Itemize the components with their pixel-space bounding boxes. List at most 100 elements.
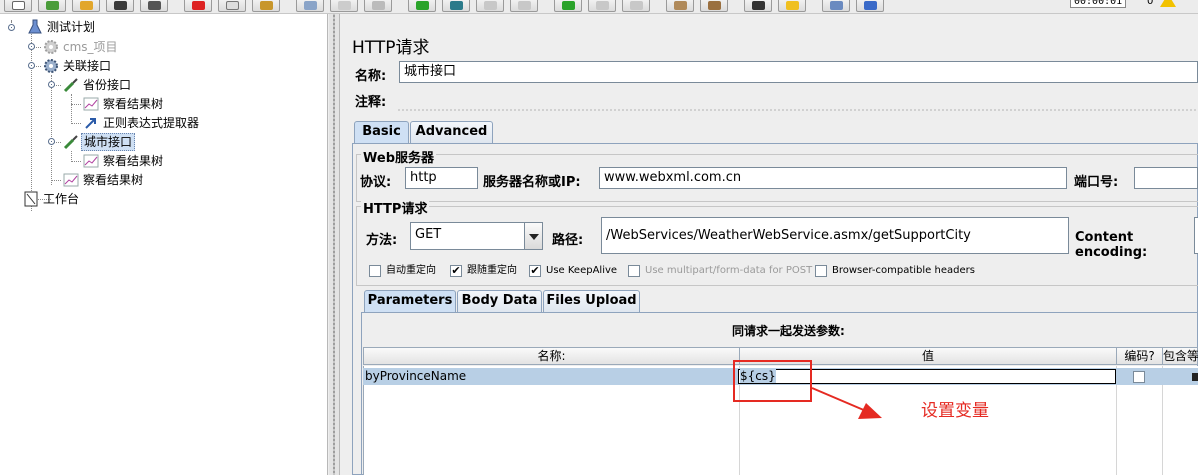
- gear-icon: [43, 39, 59, 55]
- gear-icon: [43, 58, 59, 74]
- warning-count: 0: [1147, 0, 1154, 7]
- test-plan-tree: 测试计划 cms_项目 关联接口 省份接口 察看结果树 正则表达式提取器 城市接…: [0, 14, 328, 475]
- protocol-label: 协议:: [360, 175, 392, 190]
- http-request-legend: HTTP请求: [361, 198, 430, 217]
- collapse-icon: [338, 1, 351, 10]
- pipette-icon: [63, 134, 79, 150]
- paste-icon: [260, 1, 273, 10]
- tab-parameters[interactable]: Parameters: [364, 290, 456, 312]
- column-name[interactable]: 名称:: [364, 348, 740, 364]
- toggle-icon: [372, 1, 385, 10]
- search-button[interactable]: [744, 0, 772, 12]
- help-icon: [864, 1, 877, 10]
- column-encode[interactable]: 编码?: [1117, 348, 1163, 364]
- port-field[interactable]: [1134, 167, 1198, 189]
- graph-icon: [63, 172, 79, 188]
- start-no-pause-button[interactable]: [442, 0, 470, 12]
- parameters-caption: 同请求一起发送参数:: [732, 324, 845, 338]
- tree-guide: [31, 29, 32, 211]
- server-label: 服务器名称或IP:: [483, 175, 581, 190]
- content-encoding-label: Content encoding:: [1075, 230, 1148, 260]
- binoculars-icon: [752, 1, 765, 10]
- save-button[interactable]: [106, 0, 134, 12]
- chevron-down-icon[interactable]: [524, 223, 542, 249]
- web-server-legend: Web服务器: [361, 147, 436, 166]
- cut-button[interactable]: [184, 0, 212, 12]
- graph-icon: [83, 96, 99, 112]
- encode-checkbox[interactable]: [1133, 371, 1145, 383]
- expand-toggle-city[interactable]: [48, 138, 55, 145]
- screenshot-icon: [148, 1, 161, 10]
- remote-stop-icon: [596, 1, 609, 10]
- toolbar: 00:00:01 0: [0, 0, 1198, 14]
- collapse-button[interactable]: [330, 0, 358, 12]
- play-icon: [416, 1, 429, 10]
- clear-all-button[interactable]: [700, 0, 728, 12]
- param-name-cell[interactable]: byProvinceName: [365, 368, 735, 385]
- reset-search-icon: [786, 1, 799, 10]
- server-field[interactable]: www.webxml.com.cn: [599, 167, 1067, 189]
- tab-files-upload[interactable]: Files Upload: [543, 290, 640, 312]
- save-icon: [114, 1, 127, 10]
- include-equals-checkbox[interactable]: [1192, 373, 1198, 381]
- new-icon: [12, 1, 25, 10]
- split-pane-divider[interactable]: [329, 14, 340, 475]
- remote-shutdown-button[interactable]: [622, 0, 650, 12]
- function-helper-button[interactable]: [822, 0, 850, 12]
- method-dropdown[interactable]: GET: [410, 222, 543, 250]
- name-field[interactable]: 城市接口: [399, 61, 1198, 83]
- remote-start-icon: [562, 1, 575, 10]
- port-label: 端口号:: [1074, 175, 1119, 190]
- column-include-equals[interactable]: 包含等: [1163, 348, 1198, 364]
- remote-start-button[interactable]: [554, 0, 582, 12]
- copy-button[interactable]: [218, 0, 246, 12]
- remote-stop-button[interactable]: [588, 0, 616, 12]
- expand-toggle-test-plan[interactable]: [8, 24, 15, 31]
- copy-icon: [226, 1, 239, 10]
- reset-search-button[interactable]: [778, 0, 806, 12]
- page-title: HTTP请求: [352, 38, 430, 58]
- comment-label: 注释:: [355, 95, 387, 110]
- comment-field[interactable]: [397, 89, 1198, 109]
- open-button[interactable]: [72, 0, 100, 12]
- expand-button[interactable]: [296, 0, 324, 12]
- stop-button[interactable]: [476, 0, 504, 12]
- tab-body-data[interactable]: Body Data: [457, 290, 542, 312]
- method-label: 方法:: [366, 233, 398, 248]
- workbench-icon: [23, 191, 39, 207]
- expand-toggle-association[interactable]: [28, 62, 35, 69]
- resize-handle[interactable]: [397, 109, 1198, 111]
- extractor-arrow-icon: [83, 115, 99, 131]
- scissors-icon: [192, 1, 205, 10]
- flask-icon: [27, 19, 43, 35]
- expand-toggle-province[interactable]: [48, 81, 55, 88]
- graph-icon: [83, 153, 99, 169]
- tab-basic[interactable]: Basic: [354, 121, 409, 143]
- path-field[interactable]: /WebServices/WeatherWebService.asmx/getS…: [601, 217, 1069, 254]
- save-screenshot-button[interactable]: [140, 0, 168, 12]
- stop-icon: [484, 1, 497, 10]
- help-button[interactable]: [856, 0, 884, 12]
- clear-button[interactable]: [666, 0, 694, 12]
- broom-icon: [674, 1, 687, 10]
- annotation-label: 设置变量: [921, 401, 989, 421]
- content-encoding-field[interactable]: [1194, 217, 1198, 254]
- function-helper-icon: [830, 1, 843, 10]
- tab-advanced[interactable]: Advanced: [410, 121, 493, 143]
- remote-shutdown-icon: [630, 1, 643, 10]
- expand-toggle-cms[interactable]: [28, 43, 35, 50]
- protocol-field[interactable]: http: [405, 167, 478, 189]
- toggle-button[interactable]: [364, 0, 392, 12]
- name-label: 名称:: [355, 69, 387, 84]
- method-value: GET: [415, 227, 442, 242]
- shutdown-button[interactable]: [510, 0, 538, 12]
- start-button[interactable]: [408, 0, 436, 12]
- open-folder-icon: [80, 1, 93, 10]
- broom-all-icon: [708, 1, 721, 10]
- paste-button[interactable]: [252, 0, 280, 12]
- warning-icon[interactable]: [1160, 0, 1176, 7]
- templates-button[interactable]: [38, 0, 66, 12]
- pipette-icon: [63, 77, 79, 93]
- new-plan-button[interactable]: [4, 0, 32, 12]
- path-label: 路径:: [552, 233, 584, 248]
